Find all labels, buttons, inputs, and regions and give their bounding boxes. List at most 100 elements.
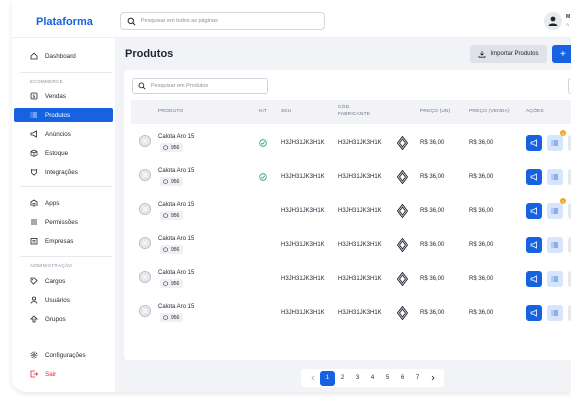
sidebar-item-integracoes[interactable]: Integrações bbox=[14, 165, 113, 179]
check-circle-icon bbox=[259, 139, 267, 147]
sidebar-item-estoque[interactable]: Estoque bbox=[14, 146, 113, 160]
product-name[interactable]: Calota Aro 15 bbox=[158, 270, 194, 276]
list-icon bbox=[551, 242, 558, 248]
product-sku: H3JH31JK3H1K bbox=[281, 310, 325, 316]
details-button[interactable] bbox=[547, 237, 563, 253]
table-row[interactable]: Calota Aro 15 956 H3JH31JK3H1K H3JH31JK3… bbox=[131, 126, 571, 160]
details-button[interactable] bbox=[547, 203, 563, 219]
brand-logo[interactable]: Plataforma bbox=[36, 16, 93, 28]
page-number-button[interactable]: 6 bbox=[395, 371, 410, 386]
sidebar-item-vendas[interactable]: $ Vendas bbox=[14, 89, 113, 103]
sidebar-item-configuracoes[interactable]: Configurações bbox=[14, 348, 113, 362]
sidebar-item-anuncios[interactable]: Anúncios bbox=[14, 127, 113, 141]
sidebar-divider bbox=[20, 72, 112, 73]
header-preco-venda[interactable]: PREÇO (VENDA) bbox=[469, 109, 510, 115]
announce-button[interactable] bbox=[526, 169, 542, 185]
product-name[interactable]: Calota Aro 15 bbox=[158, 134, 194, 140]
add-product-button[interactable]: + bbox=[552, 45, 571, 63]
pagination: 1234567 bbox=[301, 369, 444, 387]
sidebar-item-produtos[interactable]: Produtos bbox=[14, 108, 113, 122]
product-name[interactable]: Calota Aro 15 bbox=[158, 236, 194, 242]
gear-icon bbox=[30, 351, 38, 359]
avatar[interactable] bbox=[544, 12, 562, 30]
table-row[interactable]: Calota Aro 15 956 H3JH31JK3H1K H3JH31JK3… bbox=[131, 262, 571, 296]
page-prev-button[interactable] bbox=[305, 371, 320, 386]
sidebar-item-label: Estoque bbox=[45, 149, 69, 157]
list-icon bbox=[551, 140, 558, 146]
product-sku: H3JH31JK3H1K bbox=[281, 174, 325, 180]
list-icon bbox=[551, 174, 558, 180]
table-row[interactable]: Calota Aro 15 956 H3JH31JK3H1K H3JH31JK3… bbox=[131, 296, 571, 330]
page-next-button[interactable] bbox=[425, 371, 440, 386]
stock-chip: 956 bbox=[160, 245, 184, 254]
box-icon bbox=[163, 247, 168, 252]
page-number-button[interactable]: 4 bbox=[365, 371, 380, 386]
details-button[interactable] bbox=[547, 305, 563, 321]
user-name: M bbox=[566, 14, 571, 20]
product-name[interactable]: Calota Aro 15 bbox=[158, 304, 194, 310]
sliders-icon bbox=[30, 218, 38, 226]
header-preco-un[interactable]: PREÇO (UN) bbox=[420, 109, 451, 115]
sidebar-item-label: Permissões bbox=[45, 218, 78, 226]
sale-price: R$ 36,00 bbox=[469, 276, 494, 282]
chevron-right-icon bbox=[431, 375, 435, 381]
box-icon bbox=[163, 213, 168, 218]
sidebar-item-permissoes[interactable]: Permissões bbox=[14, 215, 113, 229]
sidebar-item-dashboard[interactable]: Dashboard bbox=[14, 49, 113, 63]
sidebar-item-label: Sair bbox=[45, 370, 57, 378]
unit-price: R$ 36,00 bbox=[420, 276, 445, 282]
sidebar-item-label: Grupos bbox=[45, 315, 66, 323]
manufacturer-code: H3JH31JK3H1K bbox=[338, 140, 382, 146]
sidebar-item-label: Dashboard bbox=[45, 52, 76, 60]
megaphone-icon bbox=[530, 173, 537, 181]
sidebar-item-label: Empresas bbox=[45, 237, 74, 245]
sidebar-item-grupos[interactable]: Grupos bbox=[14, 312, 113, 326]
global-search-input[interactable]: Pesquisar em todos as páginas bbox=[120, 12, 325, 30]
announce-button[interactable] bbox=[526, 271, 542, 287]
table-row[interactable]: Calota Aro 15 956 H3JH31JK3H1K H3JH31JK3… bbox=[131, 194, 571, 228]
page-number-button[interactable]: 2 bbox=[335, 371, 350, 386]
header-cod-line2[interactable]: FABRICANTE bbox=[338, 112, 370, 118]
sidebar-divider bbox=[20, 186, 112, 187]
stock-chip: 956 bbox=[160, 177, 184, 186]
page-number-button[interactable]: 5 bbox=[380, 371, 395, 386]
header-sku[interactable]: SKU bbox=[281, 109, 291, 115]
product-name[interactable]: Calota Aro 15 bbox=[158, 202, 194, 208]
chevron-left-icon bbox=[310, 375, 314, 381]
details-button[interactable] bbox=[547, 169, 563, 185]
products-search-input[interactable]: Pesquisar em Produtos bbox=[132, 78, 268, 94]
header-produto[interactable]: PRODUTO bbox=[158, 109, 183, 115]
sidebar-item-apps[interactable]: Apps bbox=[14, 196, 113, 210]
announce-button[interactable] bbox=[526, 237, 542, 253]
box-icon bbox=[163, 179, 168, 184]
list-icon bbox=[551, 276, 558, 282]
page-number-button[interactable]: 1 bbox=[320, 370, 335, 386]
unit-price: R$ 36,00 bbox=[420, 208, 445, 214]
announce-button[interactable] bbox=[526, 203, 542, 219]
sidebar-item-label: Apps bbox=[45, 199, 60, 207]
announce-button[interactable] bbox=[526, 135, 542, 151]
announce-button[interactable] bbox=[526, 305, 542, 321]
sidebar-item-label: Cargos bbox=[45, 277, 66, 285]
product-name[interactable]: Calota Aro 15 bbox=[158, 168, 194, 174]
table-row[interactable]: Calota Aro 15 956 H3JH31JK3H1K H3JH31JK3… bbox=[131, 160, 571, 194]
product-sku: H3JH31JK3H1K bbox=[281, 140, 325, 146]
header-kit[interactable]: KIT bbox=[259, 109, 267, 115]
page-number-button[interactable]: 3 bbox=[350, 371, 365, 386]
brand-diamond-logo-icon bbox=[397, 136, 408, 150]
page-numbers: 1234567 bbox=[320, 370, 425, 386]
sidebar-item-cargos[interactable]: Cargos bbox=[14, 274, 113, 288]
header-cod-line1[interactable]: CÓD. bbox=[338, 105, 351, 111]
sidebar-item-usuarios[interactable]: Usuários bbox=[14, 293, 113, 307]
sidebar-item-empresas[interactable]: Empresas bbox=[14, 234, 113, 248]
details-button[interactable] bbox=[547, 271, 563, 287]
brand-diamond-logo-icon bbox=[397, 204, 408, 218]
search-icon bbox=[127, 17, 136, 25]
details-button[interactable] bbox=[547, 135, 563, 151]
page-title: Produtos bbox=[125, 48, 174, 60]
table-row[interactable]: Calota Aro 15 956 H3JH31JK3H1K H3JH31JK3… bbox=[131, 228, 571, 262]
import-products-button[interactable]: Importar Produtos bbox=[470, 45, 547, 63]
page-number-button[interactable]: 7 bbox=[410, 371, 425, 386]
sidebar-item-sair[interactable]: Sair bbox=[14, 367, 113, 381]
notification-badge: 1 bbox=[560, 198, 566, 204]
